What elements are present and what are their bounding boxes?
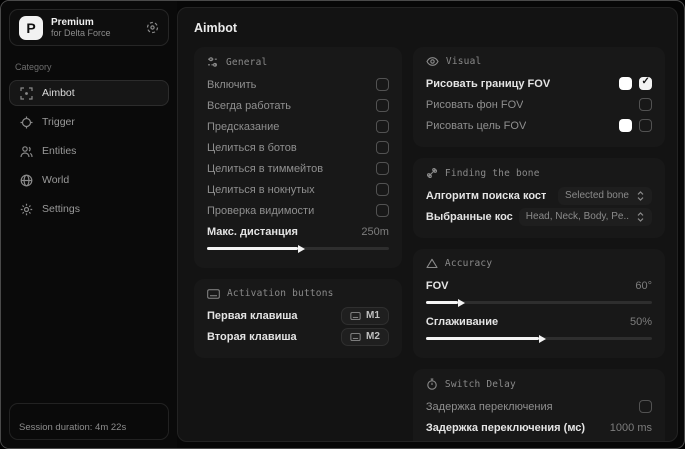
dropdown-row: Алгоритм поиска кост Selected bone (426, 185, 652, 206)
checkbox-enable[interactable] (375, 78, 389, 91)
checkbox-target-knocked[interactable] (375, 183, 389, 196)
card-title-activation: Activation buttons (227, 288, 334, 299)
sidebar-item-label: Aimbot (42, 87, 75, 99)
card-accuracy: Accuracy FOV 60° Сглаживание 50% (412, 249, 665, 358)
unfold-icon (636, 211, 645, 222)
toggle-row: Включить (207, 74, 389, 95)
sidebar: P Premium for Delta Force Category Aimbo… (1, 1, 177, 448)
max-distance-slider[interactable] (207, 244, 389, 253)
card-visual: Visual Рисовать границу FOV Рисовать фон… (412, 47, 665, 147)
sidebar-item-label: Entities (42, 145, 77, 157)
app-window: P Premium for Delta Force Category Aimbo… (0, 0, 685, 449)
fov-value: 60° (635, 279, 652, 292)
stopwatch-icon (426, 378, 438, 390)
keyboard-icon (207, 288, 220, 299)
unfold-icon (636, 190, 645, 201)
checkbox-draw-fov-border[interactable] (639, 76, 652, 90)
keyboard-icon (350, 332, 361, 341)
color-swatch-fov-border[interactable] (619, 77, 632, 90)
card-activation-buttons: Activation buttons Первая клавиша M1 Вто… (194, 279, 402, 358)
card-switch-delay: Switch Delay Задержка переключения Задер… (412, 369, 665, 441)
visual-row: Рисовать границу FOV (426, 73, 652, 94)
sidebar-item-aimbot[interactable]: Aimbot (9, 80, 169, 106)
settings-gear-icon (20, 203, 33, 216)
color-swatch-fov-target[interactable] (619, 119, 632, 132)
visual-row: Рисовать цель FOV (426, 115, 652, 136)
keyboard-icon (350, 311, 361, 320)
category-label: Category (15, 62, 52, 72)
sidebar-item-label: Settings (42, 203, 80, 215)
keybind-row: Первая клавиша M1 (207, 305, 389, 326)
card-general: General Включить Всегда работать Предска… (194, 47, 402, 268)
checkbox-target-teammates[interactable] (375, 162, 389, 175)
license-box: P Premium for Delta Force (9, 9, 169, 46)
checkbox-always-work[interactable] (375, 99, 389, 112)
toggle-row: Целиться в тиммейтов (207, 158, 389, 179)
card-title-general: General (226, 56, 268, 68)
toggle-row: Целиться в нокнутых (207, 179, 389, 200)
entities-users-icon (20, 145, 33, 158)
smoothing-slider[interactable] (425, 334, 652, 343)
sidebar-item-label: World (42, 174, 70, 186)
smoothing-value: 50% (629, 315, 652, 328)
sliders-icon (207, 56, 219, 68)
bone-search-algorithm-select[interactable]: Selected bone (558, 186, 652, 205)
card-title-bone: Finding the bone (444, 167, 540, 179)
keybind-button-primary[interactable]: M1 (341, 306, 389, 325)
trigger-crosshair-icon (20, 116, 33, 129)
slider-label-row: Задержка переключения (мс) 1000 ms (425, 421, 652, 434)
toggle-row: Целиться в ботов (207, 137, 389, 158)
checkbox-visibility-check[interactable] (375, 204, 389, 217)
session-duration-box: Session duration: 4m 22s (9, 403, 169, 440)
toggle-row: Предсказание (207, 116, 389, 137)
session-duration-text: Session duration: 4m 22s (19, 422, 127, 433)
sidebar-item-world[interactable]: World (9, 167, 169, 193)
card-title-accuracy: Accuracy (444, 258, 493, 269)
product-subtitle: for Delta Force (51, 28, 111, 39)
product-name: Premium (51, 16, 94, 28)
eye-icon (426, 56, 439, 67)
slider-label-row: FOV 60° (425, 279, 652, 292)
slider-label-row: Макс. дистанция 250m (207, 225, 389, 238)
sidebar-item-entities[interactable]: Entities (9, 138, 169, 164)
checkbox-prediction[interactable] (375, 120, 389, 133)
card-title-switch-delay: Switch Delay (444, 378, 516, 390)
sidebar-item-label: Trigger (42, 116, 75, 128)
slider-label-row: Сглаживание 50% (425, 315, 652, 328)
main-panel: Aimbot General Включить Всегда работать … (177, 7, 678, 442)
selected-bones-select[interactable]: Head, Neck, Body, Pe.. (518, 207, 652, 226)
fov-slider[interactable] (425, 298, 652, 307)
checkbox-draw-fov-background[interactable] (639, 98, 652, 111)
sync-icon[interactable] (146, 21, 159, 34)
toggle-row: Проверка видимости (207, 200, 389, 221)
triangle-icon (426, 258, 438, 269)
keybind-button-secondary[interactable]: M2 (341, 327, 389, 346)
max-distance-value: 250m (361, 225, 389, 238)
checkbox-switch-delay[interactable] (639, 400, 652, 413)
bone-icon (426, 167, 438, 179)
card-finding-bone: Finding the bone Алгоритм поиска кост Se… (412, 158, 665, 238)
switch-delay-ms-value: 1000 ms (609, 421, 652, 434)
checkbox-draw-fov-target[interactable] (639, 119, 652, 132)
visual-row: Рисовать фон FOV (426, 94, 652, 115)
card-title-visual: Visual (445, 56, 482, 67)
toggle-row: Всегда работать (207, 95, 389, 116)
keybind-row: Вторая клавиша M2 (207, 326, 389, 347)
sidebar-item-trigger[interactable]: Trigger (9, 109, 169, 135)
sidebar-item-settings[interactable]: Settings (9, 196, 169, 222)
aimbot-crosshair-icon (20, 86, 33, 100)
app-logo: P (19, 15, 43, 40)
world-globe-icon (20, 174, 33, 187)
page-title: Aimbot (194, 21, 238, 35)
toggle-row: Задержка переключения (426, 396, 652, 417)
checkbox-target-bots[interactable] (375, 141, 389, 154)
dropdown-row: Выбранные кос Head, Neck, Body, Pe.. (426, 206, 652, 227)
